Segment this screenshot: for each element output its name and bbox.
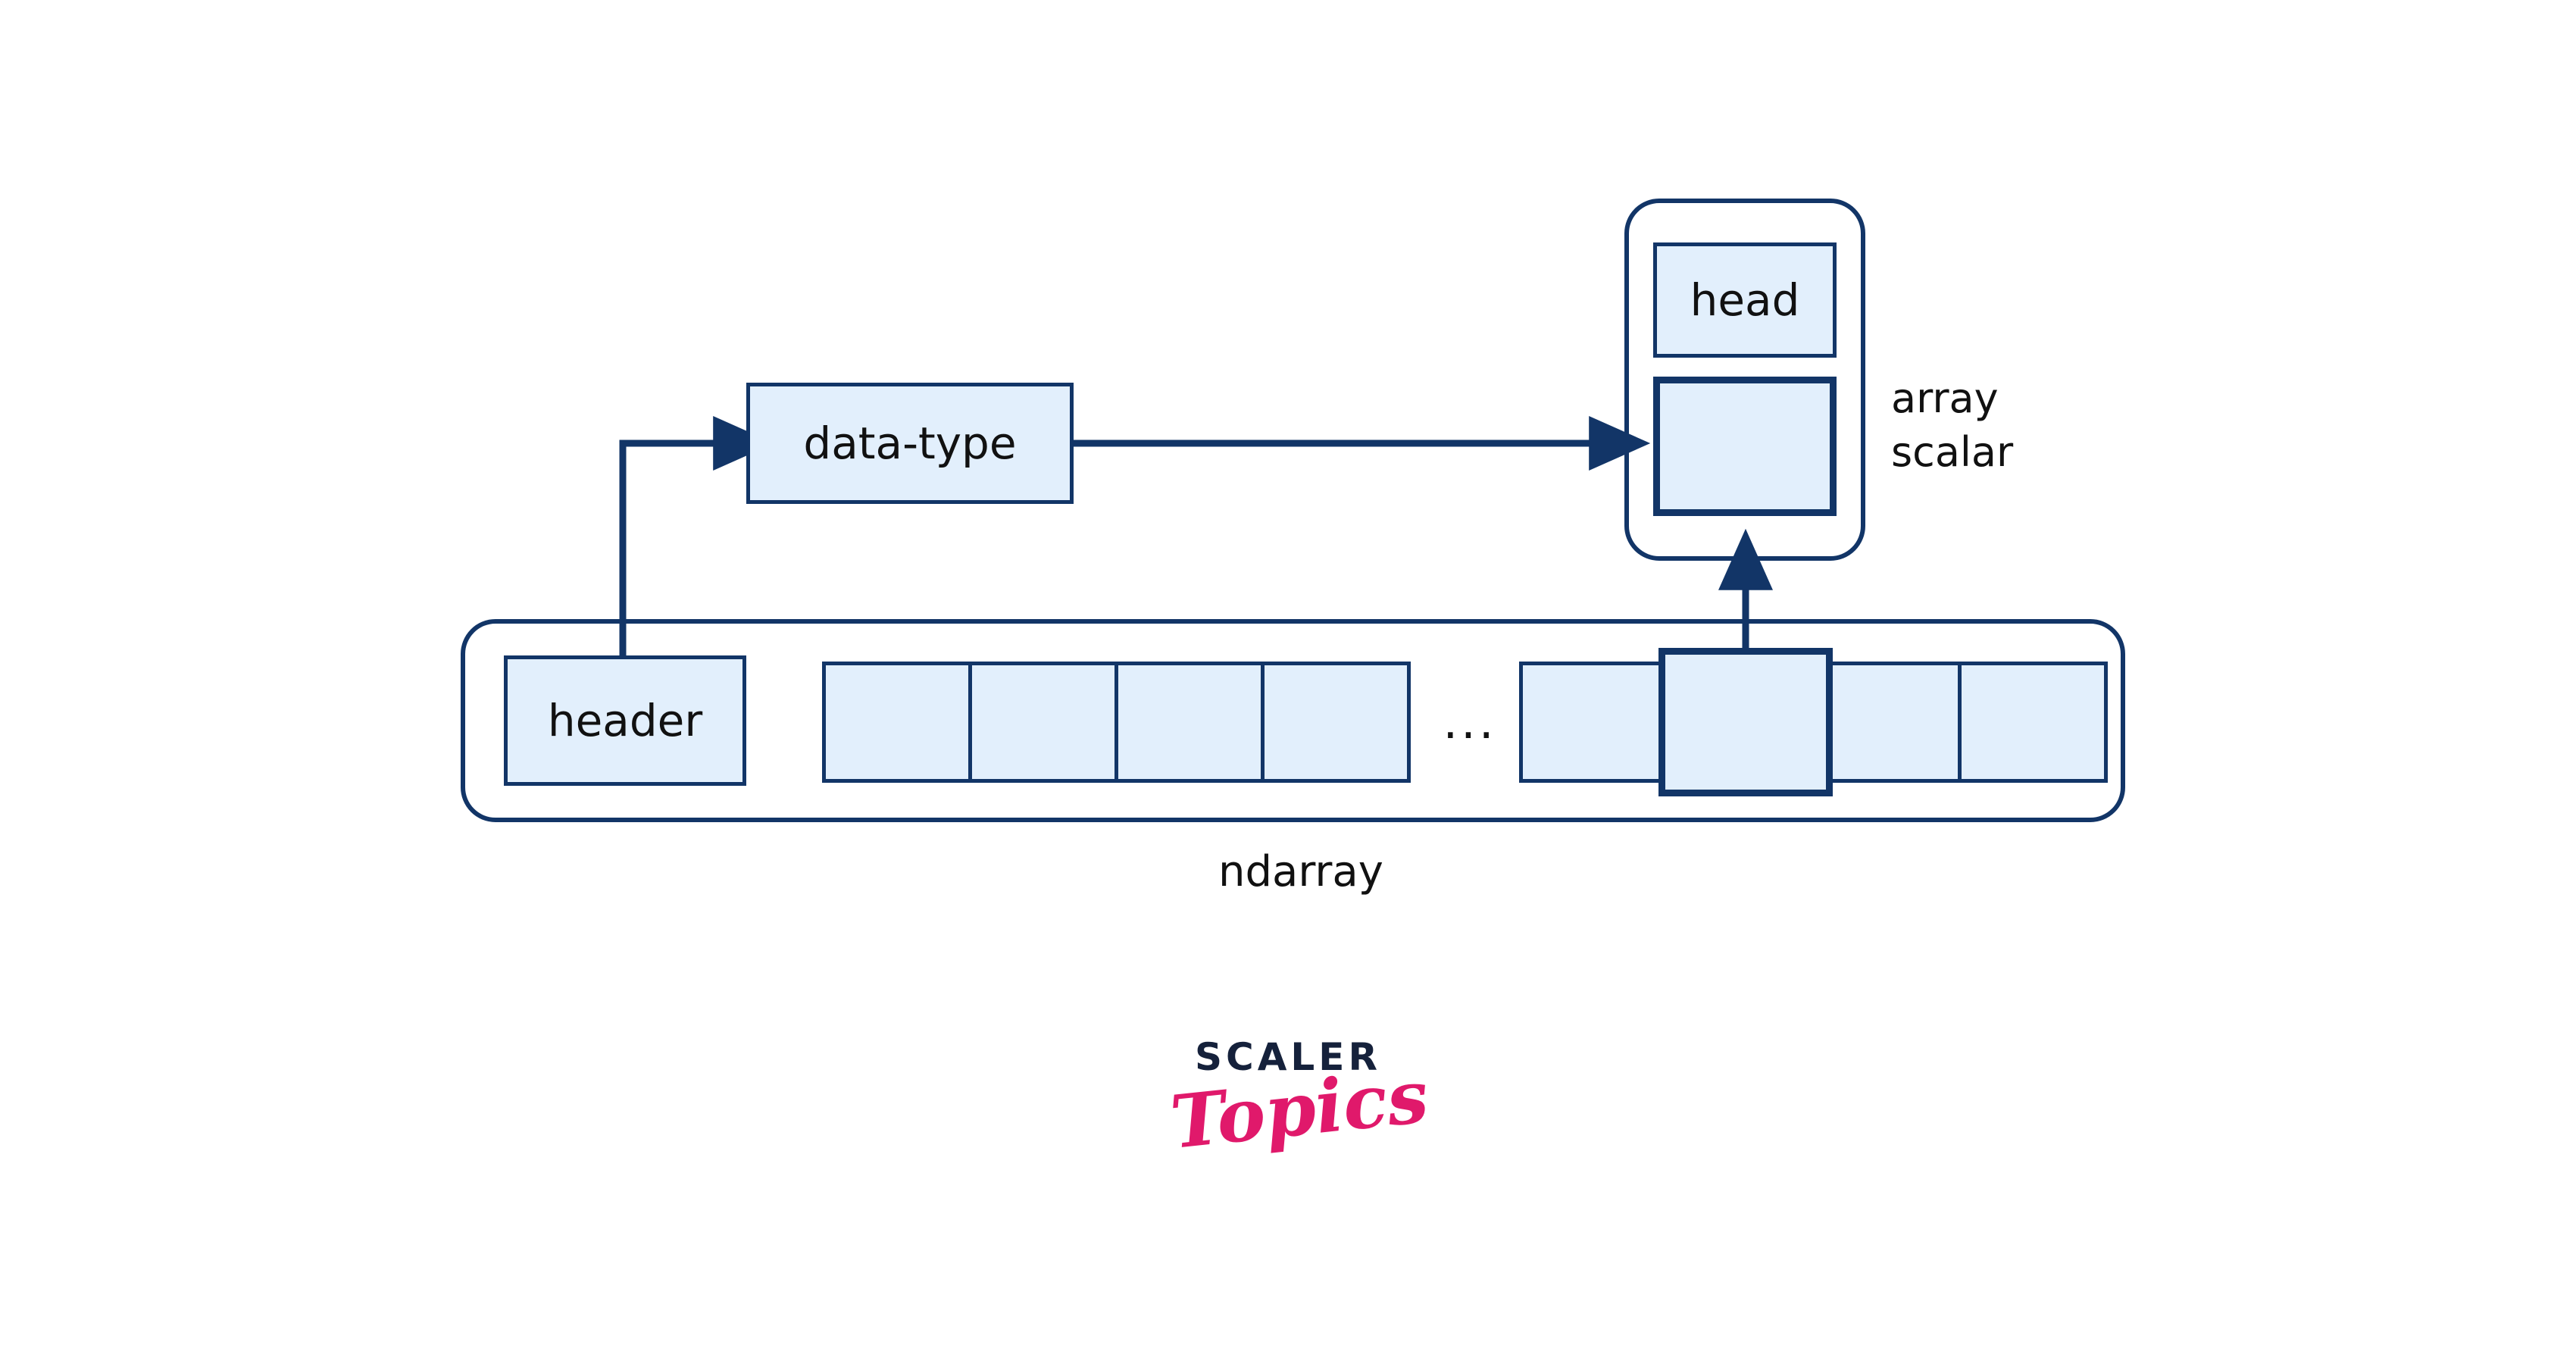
scalar-value-box [1653,377,1837,516]
head-box: head [1653,242,1837,358]
array-cell [1812,662,1962,783]
ellipsis-label: ... [1436,680,1504,764]
data-type-box: data-type [746,383,1074,504]
array-cell [1114,662,1265,783]
ellipsis-text: ... [1443,694,1497,749]
highlighted-array-cell [1658,648,1833,796]
header-label: header [547,695,703,746]
ndarray-caption: ndarray [1218,847,1383,896]
logo-scriptmark: Topics [1166,1053,1433,1165]
array-scalar-caption: array scalar [1891,371,2013,480]
array-scalar-caption-text: array scalar [1891,374,2014,477]
data-type-label: data-type [803,418,1017,469]
scaler-topics-logo: SCALER Topics [1167,1038,1432,1228]
header-box: header [504,655,746,786]
array-cell [1519,662,1669,783]
head-label: head [1690,274,1800,326]
ndarray-caption-text: ndarray [1218,847,1383,896]
array-cell [1261,662,1411,783]
array-cell [968,662,1118,783]
diagram-canvas: head array scalar data-type header ... n… [0,0,2576,1367]
cell-group-left [822,662,1411,783]
array-cell [1958,662,2108,783]
array-cell [822,662,972,783]
